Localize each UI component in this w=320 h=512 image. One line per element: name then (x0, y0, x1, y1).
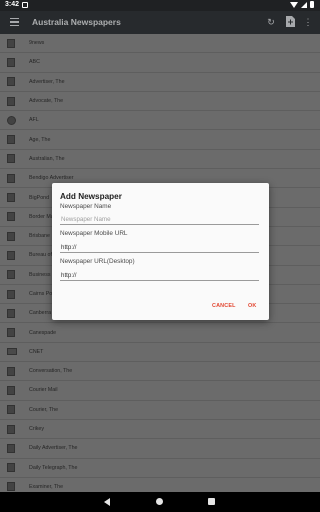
status-bar: 3:42 (0, 0, 320, 11)
cancel-button[interactable]: CANCEL (212, 303, 236, 309)
notification-icon (22, 2, 28, 8)
wifi-icon (290, 1, 298, 8)
name-field-label: Newspaper Name (60, 203, 112, 210)
battery-icon (310, 1, 314, 8)
status-icons (290, 1, 314, 8)
recents-icon[interactable] (208, 498, 215, 505)
navigation-bar (0, 492, 320, 512)
mobile-url-label: Newspaper Mobile URL (60, 230, 128, 237)
name-input[interactable] (60, 214, 259, 225)
dialog-title: Add Newspaper (60, 192, 122, 201)
desktop-url-input[interactable] (60, 270, 259, 281)
back-icon[interactable] (104, 498, 110, 506)
home-icon[interactable] (156, 498, 163, 505)
desktop-url-label: Newspaper URL(Desktop) (60, 258, 135, 265)
ok-button[interactable]: OK (248, 303, 257, 309)
mobile-url-input[interactable] (60, 242, 259, 253)
status-time: 3:42 (5, 1, 20, 8)
signal-icon (301, 1, 307, 8)
add-newspaper-dialog: Add Newspaper Newspaper Name Newspaper M… (52, 183, 269, 320)
